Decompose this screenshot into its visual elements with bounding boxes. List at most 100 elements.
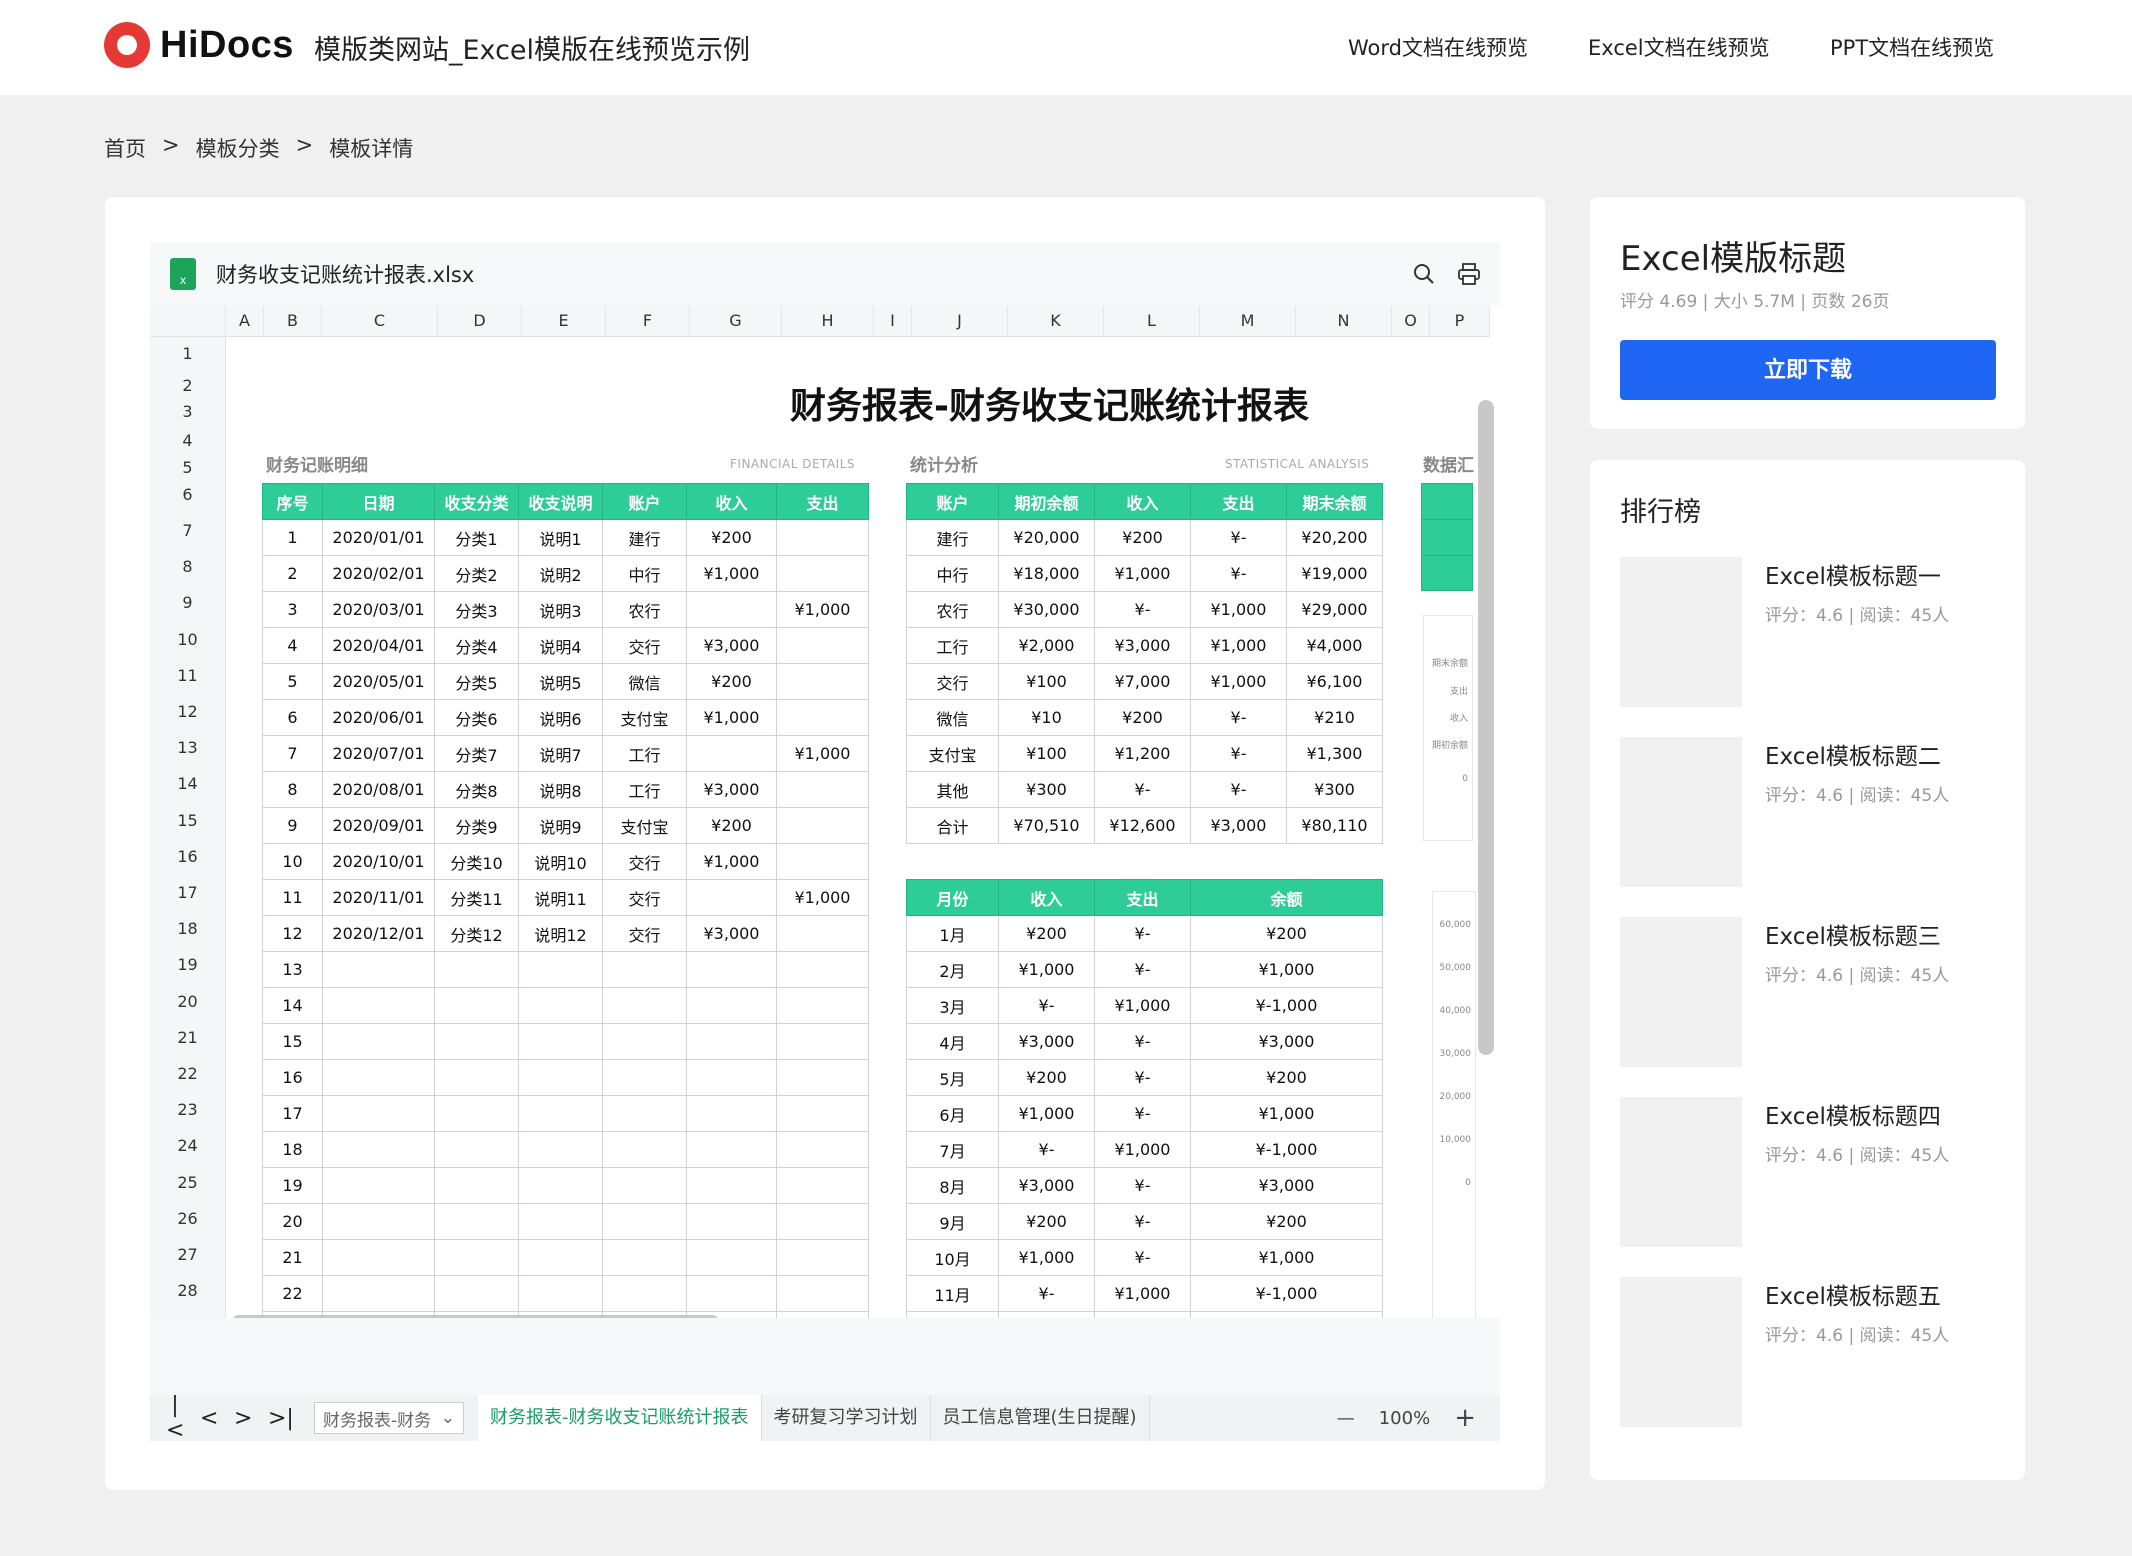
table-cell[interactable]: ¥- — [998, 1131, 1095, 1168]
table-cell[interactable]: ¥3,000 — [1190, 1167, 1383, 1204]
table-cell[interactable]: ¥1,000 — [1190, 663, 1287, 700]
ranking-item-title[interactable]: Excel模板标题四 — [1765, 1097, 1941, 1131]
table-cell[interactable] — [322, 1023, 435, 1060]
nav-ppt-preview[interactable]: PPT文档在线预览 — [1830, 32, 1994, 62]
table-cell[interactable] — [518, 1095, 603, 1132]
table-cell[interactable]: 分类1 — [434, 519, 519, 556]
table-cell[interactable]: 说明2 — [518, 555, 603, 592]
table-cell[interactable]: ¥200 — [998, 1059, 1095, 1096]
row-header[interactable]: 22 — [150, 1056, 226, 1093]
table-cell[interactable]: 说明6 — [518, 699, 603, 736]
table-cell[interactable]: 2020/02/01 — [322, 555, 435, 592]
table-cell[interactable]: 说明5 — [518, 663, 603, 700]
table-cell[interactable] — [434, 1167, 519, 1204]
column-header[interactable]: F — [606, 305, 690, 337]
column-header[interactable]: L — [1104, 305, 1200, 337]
table-cell[interactable]: 15 — [262, 1023, 323, 1060]
row-header[interactable]: 21 — [150, 1019, 226, 1056]
table-cell[interactable] — [434, 987, 519, 1024]
row-header[interactable]: 6 — [150, 477, 226, 513]
table-cell[interactable]: ¥1,000 — [998, 951, 1095, 988]
table-cell[interactable]: ¥30,000 — [998, 591, 1095, 628]
table-cell[interactable]: 16 — [262, 1059, 323, 1096]
table-cell[interactable] — [686, 987, 777, 1024]
table-cell[interactable] — [776, 1311, 869, 1318]
column-header[interactable]: K — [1008, 305, 1104, 337]
table-cell[interactable]: 微信 — [602, 663, 687, 700]
table-cell[interactable]: 分类4 — [434, 627, 519, 664]
table-cell[interactable]: ¥- — [1094, 1203, 1191, 1240]
row-header[interactable]: 17 — [150, 875, 226, 912]
table-cell[interactable]: 2020/05/01 — [322, 663, 435, 700]
table-cell[interactable] — [322, 1275, 435, 1312]
table-cell[interactable]: ¥- — [1094, 1239, 1191, 1276]
table-cell[interactable]: ¥- — [1094, 771, 1191, 808]
ranking-item-title[interactable]: Excel模板标题三 — [1765, 917, 1941, 951]
table-cell[interactable]: 2020/07/01 — [322, 735, 435, 772]
row-header[interactable]: 20 — [150, 983, 226, 1020]
table-cell[interactable]: ¥1,000 — [686, 699, 777, 736]
row-header[interactable]: 8 — [150, 549, 226, 586]
table-cell[interactable]: ¥200 — [1190, 1059, 1383, 1096]
table-cell[interactable]: ¥100 — [998, 735, 1095, 772]
table-cell[interactable]: ¥210 — [1286, 699, 1383, 736]
table-cell[interactable]: 农行 — [602, 591, 687, 628]
table-cell[interactable]: ¥70,510 — [998, 807, 1095, 844]
table-cell[interactable]: 说明8 — [518, 771, 603, 808]
table-cell[interactable] — [322, 1167, 435, 1204]
row-header[interactable]: 11 — [150, 657, 226, 694]
first-sheet-button[interactable]: |< — [166, 1393, 184, 1443]
table-cell[interactable]: ¥- — [1094, 1311, 1191, 1318]
table-cell[interactable]: ¥1,000 — [776, 591, 869, 628]
table-cell[interactable]: 4月 — [906, 1023, 999, 1060]
table-cell[interactable]: ¥18,000 — [998, 555, 1095, 592]
table-cell[interactable]: 说明10 — [518, 843, 603, 880]
table-cell[interactable]: 2020/04/01 — [322, 627, 435, 664]
table-cell[interactable] — [776, 663, 869, 700]
row-header[interactable]: 23 — [150, 1092, 226, 1129]
table-cell[interactable] — [602, 951, 687, 988]
table-cell[interactable]: ¥3,000 — [1190, 807, 1287, 844]
nav-word-preview[interactable]: Word文档在线预览 — [1348, 32, 1528, 62]
row-header[interactable]: 19 — [150, 947, 226, 984]
zoom-out-button[interactable]: — — [1337, 1408, 1355, 1429]
table-cell[interactable]: ¥1,000 — [1190, 1095, 1383, 1132]
corner-cell[interactable] — [150, 305, 226, 337]
table-cell[interactable] — [518, 987, 603, 1024]
table-cell[interactable]: ¥-1,000 — [1190, 1275, 1383, 1312]
table-cell[interactable] — [776, 1023, 869, 1060]
table-cell[interactable]: 分类10 — [434, 843, 519, 880]
table-cell[interactable] — [776, 1059, 869, 1096]
table-cell[interactable]: ¥10 — [998, 699, 1095, 736]
table-cell[interactable]: 2020/11/01 — [322, 879, 435, 916]
table-cell[interactable] — [434, 1023, 519, 1060]
table-cell[interactable]: ¥3,000 — [1094, 627, 1191, 664]
table-cell[interactable] — [518, 1059, 603, 1096]
table-cell[interactable]: 2020/01/01 — [322, 519, 435, 556]
table-cell[interactable]: ¥- — [998, 1275, 1095, 1312]
table-cell[interactable]: 说明7 — [518, 735, 603, 772]
table-cell[interactable]: ¥1,000 — [998, 1239, 1095, 1276]
tab-employee-info[interactable]: 员工信息管理(生日提醒) — [931, 1395, 1150, 1441]
table-cell[interactable]: ¥- — [998, 987, 1095, 1024]
table-cell[interactable]: 22 — [262, 1275, 323, 1312]
row-header[interactable]: 26 — [150, 1200, 226, 1237]
table-cell[interactable]: ¥3,000 — [998, 1167, 1095, 1204]
column-header[interactable]: G — [690, 305, 782, 337]
table-cell[interactable]: 2 — [262, 555, 323, 592]
table-cell[interactable]: ¥3,000 — [1190, 1311, 1383, 1318]
table-cell[interactable]: 微信 — [906, 699, 999, 736]
table-cell[interactable]: 11月 — [906, 1275, 999, 1312]
ranking-item-title[interactable]: Excel模板标题二 — [1765, 737, 1941, 771]
table-cell[interactable] — [686, 1059, 777, 1096]
table-cell[interactable]: ¥29,000 — [1286, 591, 1383, 628]
row-header[interactable]: 29 — [150, 1309, 226, 1318]
table-cell[interactable]: ¥200 — [998, 915, 1095, 952]
tab-finance-report[interactable]: 财务报表-财务收支记账统计报表 — [478, 1395, 762, 1441]
table-cell[interactable]: 支付宝 — [602, 699, 687, 736]
table-cell[interactable] — [322, 1203, 435, 1240]
table-cell[interactable] — [686, 591, 777, 628]
spreadsheet-grid[interactable]: ABCDEFGHIJKLMNOP 1 2 3 4 5 6 7 8 9 10 11 12 13 14 15 16… — [150, 305, 1500, 1318]
table-cell[interactable]: 交行 — [602, 627, 687, 664]
table-cell[interactable] — [602, 1203, 687, 1240]
